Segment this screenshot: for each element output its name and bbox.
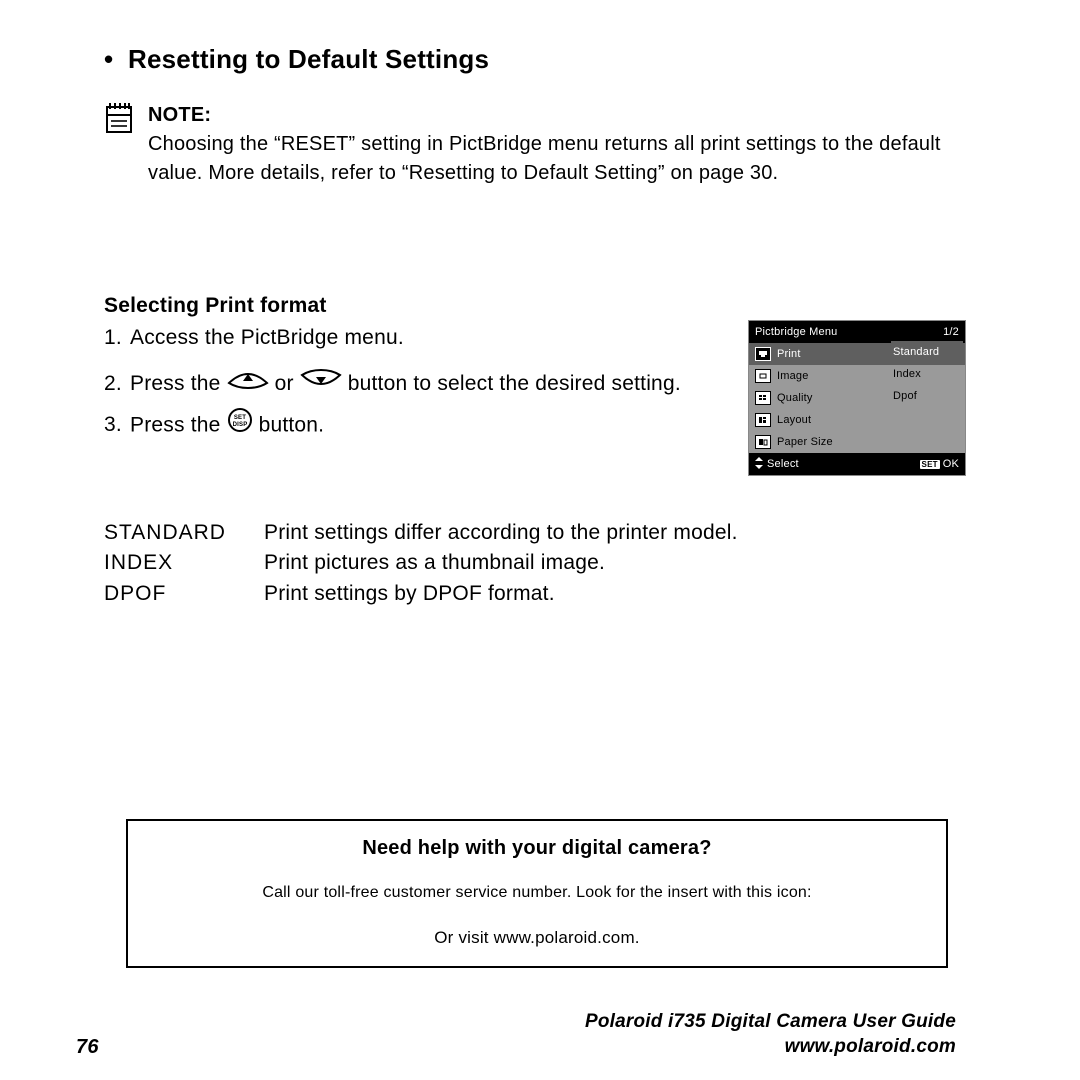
- lcd-option: Index: [891, 363, 963, 385]
- lcd-item: Paper Size: [777, 436, 833, 448]
- note-text: Choosing the “RESET” setting in PictBrid…: [148, 133, 941, 184]
- guide-url: www.polaroid.com: [585, 1035, 956, 1060]
- svg-text:SET: SET: [233, 415, 245, 421]
- print-icon: [755, 347, 771, 361]
- lcd-item: Image: [777, 370, 809, 382]
- help-line2: Or visit www.polaroid.com.: [142, 928, 932, 948]
- def-val: Print pictures as a thumbnail image.: [264, 548, 966, 578]
- guide-title: Polaroid i735 Digital Camera User Guide: [585, 1010, 956, 1035]
- updown-icon: [755, 457, 763, 472]
- page-footer: 76 Polaroid i735 Digital Camera User Gui…: [76, 1010, 956, 1059]
- step-2: Press the or button to select the desire…: [128, 368, 720, 400]
- step-1: Access the PictBridge menu.: [128, 322, 720, 354]
- set-disp-button-icon: SETDISP: [227, 407, 253, 443]
- lcd-footer-ok: OK: [943, 458, 959, 470]
- quality-icon: [755, 391, 771, 405]
- lcd-screenshot: Pictbridge Menu 1/2 Print Image Quality …: [748, 318, 966, 476]
- lcd-page-indicator: 1/2: [943, 326, 959, 338]
- def-key: DPOF: [104, 579, 264, 609]
- help-title: Need help with your digital camera?: [142, 837, 932, 860]
- layout-icon: [755, 413, 771, 427]
- set-badge: SET: [920, 460, 940, 469]
- note-block: NOTE: Choosing the “RESET” setting in Pi…: [104, 101, 966, 188]
- lcd-footer-select: Select: [767, 458, 799, 470]
- image-icon: [755, 369, 771, 383]
- page-number: 76: [76, 1036, 99, 1059]
- notepad-icon: [104, 101, 134, 135]
- def-val: Print settings by DPOF format.: [264, 579, 966, 609]
- lcd-title: Pictbridge Menu: [755, 326, 838, 338]
- steps-list: Access the PictBridge menu. Press the or…: [104, 318, 720, 451]
- step-3: Press the SETDISP button.: [128, 408, 720, 444]
- help-box: Need help with your digital camera? Call…: [126, 819, 948, 968]
- lcd-item: Layout: [777, 414, 811, 426]
- papersize-icon: [755, 435, 771, 449]
- down-button-icon: [300, 367, 342, 399]
- note-label: NOTE:: [148, 104, 211, 126]
- lcd-option: Dpof: [891, 385, 963, 407]
- lcd-option: Standard: [891, 341, 963, 363]
- lcd-item: Print: [777, 348, 801, 360]
- def-key: INDEX: [104, 548, 264, 578]
- lcd-item: Quality: [777, 392, 813, 404]
- up-button-icon: [227, 367, 269, 399]
- svg-text:DISP: DISP: [232, 422, 247, 428]
- subheading: Selecting Print format: [104, 294, 966, 318]
- def-val: Print settings differ according to the p…: [264, 518, 966, 548]
- heading-text: Resetting to Default Settings: [128, 44, 489, 74]
- definitions: STANDARDPrint settings differ according …: [104, 518, 966, 609]
- def-key: STANDARD: [104, 518, 264, 548]
- help-line1: Call our toll-free customer service numb…: [142, 884, 932, 902]
- section-heading: •Resetting to Default Settings: [104, 44, 966, 75]
